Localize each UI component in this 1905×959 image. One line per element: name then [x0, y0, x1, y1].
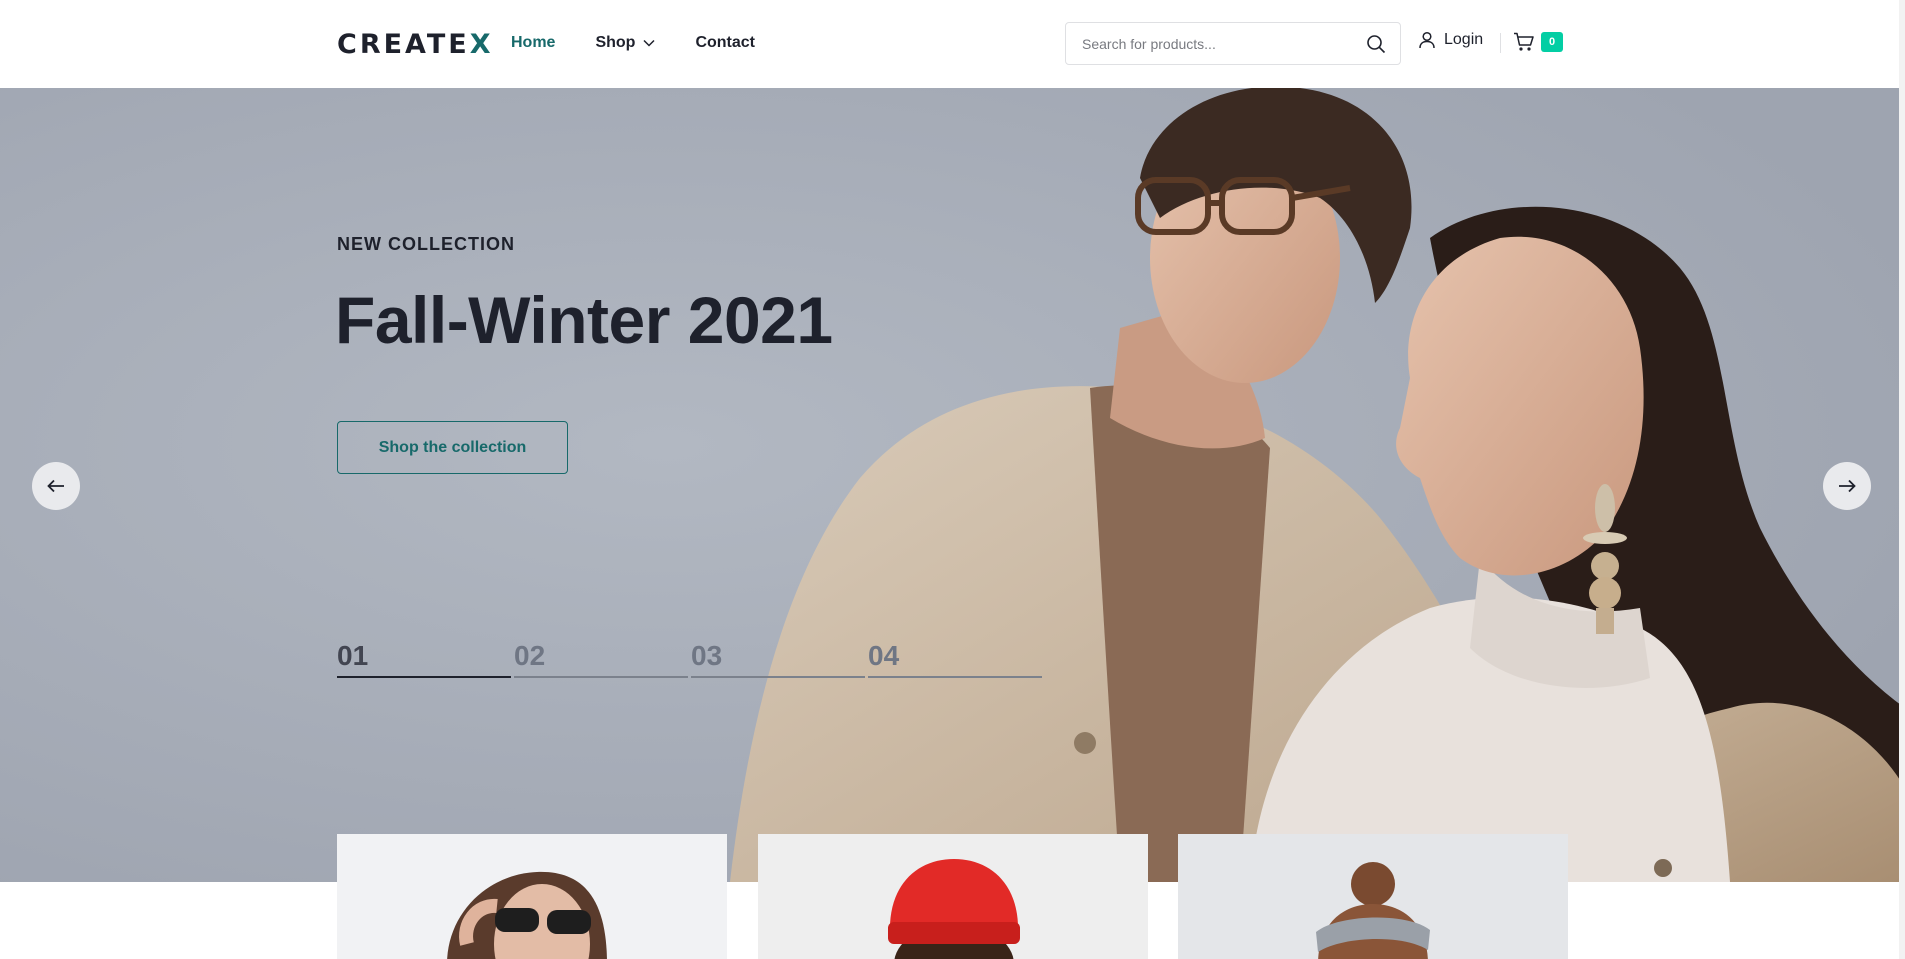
nav-shop-label: Shop: [595, 34, 636, 51]
logo[interactable]: CREATEX: [337, 30, 494, 60]
category-card-sunglasses[interactable]: [337, 834, 727, 959]
prev-slide-button[interactable]: [32, 462, 80, 510]
site-header: CREATEX Home Shop Contact Login 0: [0, 0, 1905, 88]
arrow-left-icon: [47, 479, 64, 493]
chevron-down-icon: [643, 39, 655, 47]
card-image: [1316, 862, 1430, 959]
shop-collection-button[interactable]: Shop the collection: [337, 421, 568, 474]
slide-tab-02[interactable]: 02: [514, 638, 688, 678]
category-card-accessories[interactable]: [1178, 834, 1568, 959]
cart-button[interactable]: 0: [1513, 32, 1563, 52]
card-image: [888, 859, 1020, 959]
slide-tab-04[interactable]: 04: [868, 638, 1042, 678]
hero-kicker: NEW COLLECTION: [337, 234, 515, 254]
logo-text: CREATE: [337, 29, 470, 60]
slide-progress-bar: [337, 676, 511, 678]
arrow-right-icon: [1839, 479, 1856, 493]
login-link[interactable]: Login: [1418, 31, 1483, 49]
login-label: Login: [1444, 31, 1484, 48]
nav-contact-link[interactable]: Contact: [695, 32, 755, 54]
category-card-hats[interactable]: [758, 834, 1148, 959]
slide-progress-bar: [514, 676, 688, 678]
slide-pagination: 01 02 03 04: [337, 638, 1045, 678]
slide-number: 03: [691, 640, 723, 671]
slide-progress-bar: [691, 676, 865, 678]
page-scrollbar[interactable]: [1899, 0, 1905, 959]
logo-x: X: [469, 29, 494, 60]
cart-count-badge: 0: [1541, 32, 1563, 52]
cart-icon: [1514, 32, 1534, 51]
search-icon[interactable]: [1366, 34, 1386, 54]
slide-tab-01[interactable]: 01: [337, 638, 511, 678]
next-slide-button[interactable]: [1823, 462, 1871, 510]
nav-shop-link[interactable]: Shop: [595, 32, 655, 54]
nav-home-link[interactable]: Home: [511, 32, 555, 54]
slide-tab-03[interactable]: 03: [691, 638, 865, 678]
slide-number: 01: [337, 640, 369, 671]
user-icon: [1419, 31, 1435, 49]
hero-image: [0, 88, 1905, 882]
main-nav: Home Shop Contact: [511, 32, 795, 54]
slide-number: 04: [868, 640, 900, 671]
slide-progress-bar: [868, 676, 1042, 678]
hero-slider: NEW COLLECTION Fall-Winter 2021 Shop the…: [0, 88, 1905, 882]
slide-number: 02: [514, 640, 546, 671]
hero-title: Fall-Winter 2021: [335, 283, 833, 357]
search-input[interactable]: [1082, 35, 1362, 52]
card-image: [447, 871, 607, 959]
search-box: [1065, 22, 1401, 65]
header-divider: [1500, 33, 1501, 53]
